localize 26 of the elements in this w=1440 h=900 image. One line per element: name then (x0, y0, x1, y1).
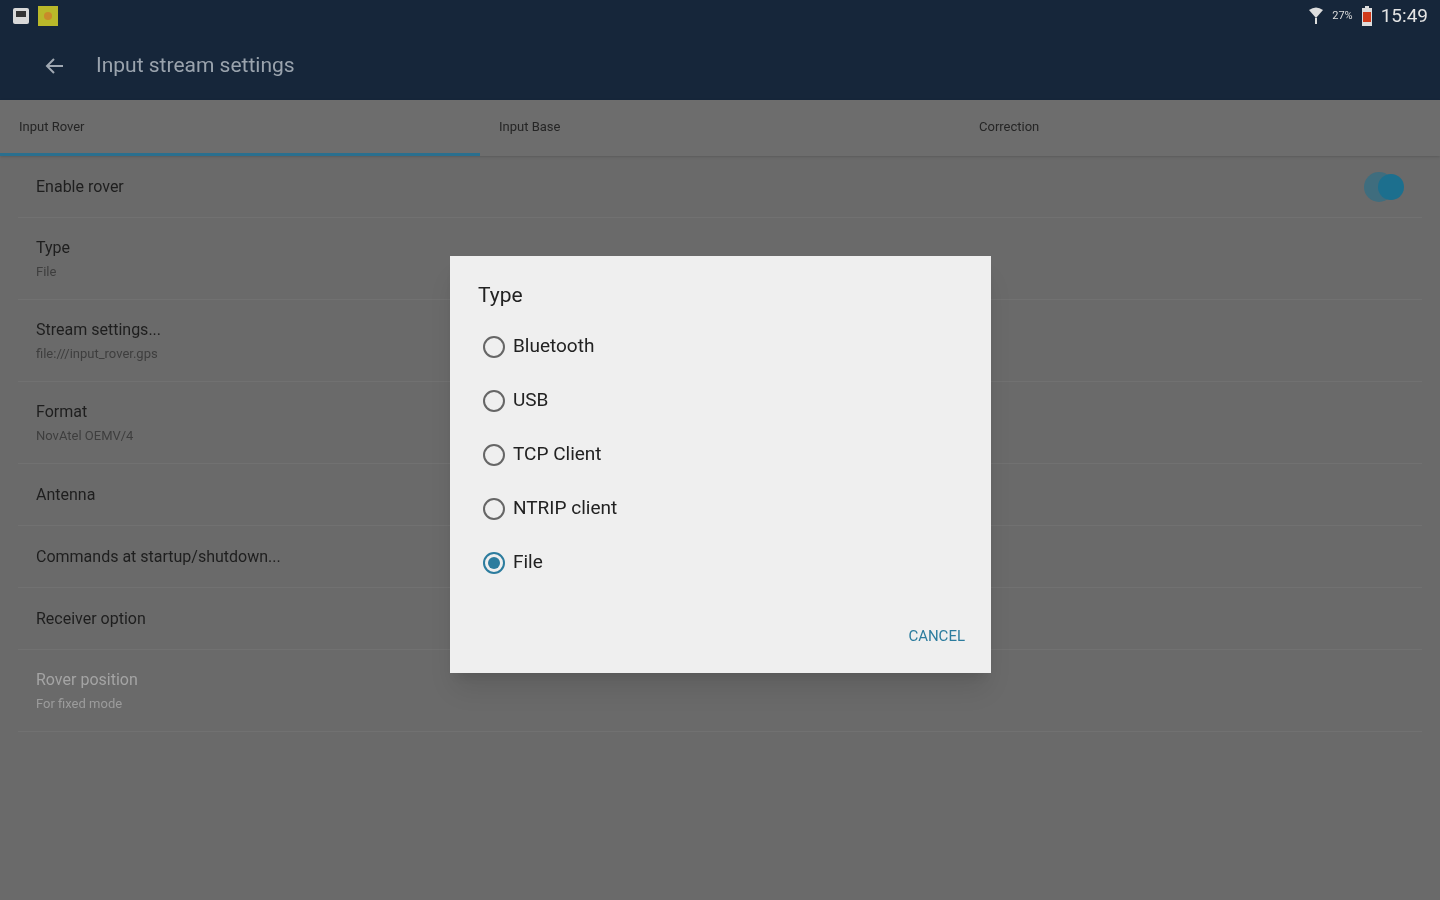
tab[interactable]: Input Base (480, 100, 960, 156)
setting-title: Type (36, 236, 71, 259)
setting-title: Format (36, 400, 88, 423)
battery-percent: 27% (1332, 7, 1353, 24)
radio-option[interactable]: TCP Client (450, 427, 991, 482)
setting-title: Receiver option (36, 607, 146, 630)
tab[interactable]: Correction (960, 100, 1440, 156)
cancel-button[interactable]: CANCEL (908, 624, 965, 647)
setting-title: Stream settings... (36, 318, 162, 341)
setting-title: Rover position (36, 668, 138, 691)
radio-option[interactable]: NTRIP client (450, 481, 991, 536)
screen-title: Input stream settings (96, 52, 295, 80)
dialog-title: Type (478, 282, 524, 309)
radio-option[interactable]: File (450, 535, 991, 590)
radio-option[interactable]: USB (450, 373, 991, 428)
tab[interactable]: Input Rover (0, 100, 480, 156)
back-arrow-icon (44, 57, 64, 75)
setting-title: Enable rover (36, 175, 124, 198)
setting-row[interactable]: Enable rover (18, 156, 1422, 218)
battery-icon (1360, 6, 1373, 26)
wifi-icon (1308, 7, 1325, 25)
app-icon (38, 6, 58, 26)
radio-option[interactable]: Bluetooth (450, 319, 991, 374)
clock: 15:49 (1380, 2, 1428, 29)
setting-title: Antenna (36, 483, 96, 506)
setting-title: Commands at startup/shutdown... (36, 545, 281, 568)
